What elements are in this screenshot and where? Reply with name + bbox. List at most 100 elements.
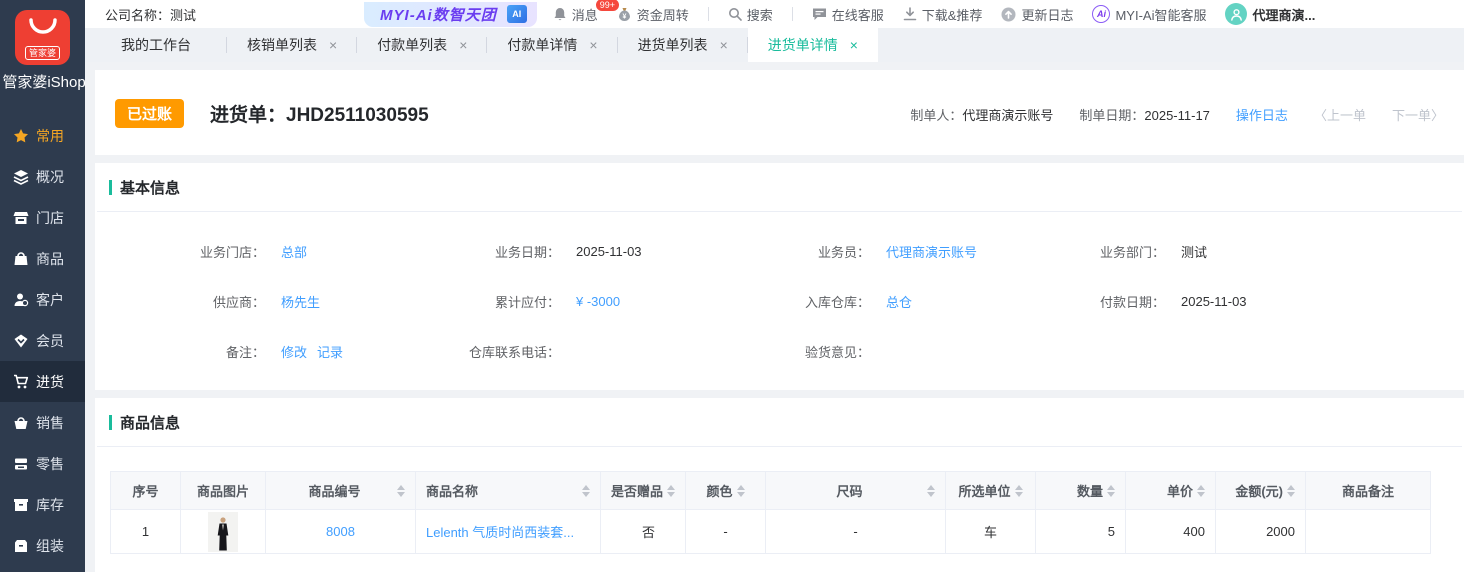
operation-log-link[interactable]: 操作日志 — [1236, 105, 1288, 124]
close-icon[interactable]: × — [459, 37, 467, 53]
col-code[interactable]: 商品编号 — [266, 472, 416, 510]
sort-icon[interactable] — [737, 485, 745, 497]
goods-icon — [13, 251, 29, 267]
tab-payment-list[interactable]: 付款单列表 × — [357, 28, 487, 62]
close-icon[interactable]: × — [720, 37, 728, 53]
sort-icon[interactable] — [667, 485, 675, 497]
sort-icon[interactable] — [927, 485, 935, 497]
col-color[interactable]: 颜色 — [686, 472, 766, 510]
close-icon[interactable]: × — [329, 37, 337, 53]
sidebar-item-shangpin[interactable]: 商品 — [0, 238, 85, 279]
tab-purchase-detail[interactable]: 进货单详情 × — [748, 28, 878, 62]
col-gift[interactable]: 是否赠品 — [601, 472, 686, 510]
tab-my-workbench[interactable]: 我的工作台 — [85, 28, 227, 62]
col-amount[interactable]: 金额(元) — [1216, 472, 1306, 510]
prev-order-button[interactable]: 〈上一单 — [1314, 105, 1366, 124]
download-label: 下载&推荐 — [922, 5, 983, 24]
app-logo[interactable]: 管家婆 — [15, 10, 70, 65]
basket-icon — [13, 415, 29, 431]
sidebar-item-label: 门店 — [36, 208, 64, 228]
sidebar-item-huiyuan[interactable]: 会员 — [0, 320, 85, 361]
user-account-button[interactable]: 代理商演... — [1225, 3, 1315, 25]
search-label: 搜索 — [747, 5, 773, 24]
col-size[interactable]: 尺码 — [766, 472, 946, 510]
download-button[interactable]: 下载&推荐 — [903, 5, 983, 24]
online-service-label: 在线客服 — [832, 5, 884, 24]
cashflow-button[interactable]: ¥ 资金周转 — [617, 5, 689, 24]
field-supplier: 供应商： 杨先生 — [95, 276, 390, 326]
sidebar-item-mendian[interactable]: 门店 — [0, 197, 85, 238]
col-remark: 商品备注 — [1306, 472, 1431, 510]
basic-info-header: 基本信息 — [95, 163, 1464, 198]
sidebar-item-lingshou[interactable]: 零售 — [0, 443, 85, 484]
basic-info-title: 基本信息 — [120, 177, 180, 198]
salesperson-link[interactable]: 代理商演示账号 — [886, 242, 977, 261]
sort-icon[interactable] — [1015, 485, 1023, 497]
cart-icon — [13, 374, 29, 390]
col-label: 商品备注 — [1342, 481, 1394, 500]
warehouse-link[interactable]: 总仓 — [886, 292, 912, 311]
product-code-link[interactable]: 8008 — [326, 524, 355, 539]
tab-writeoff-list[interactable]: 核销单列表 × — [227, 28, 357, 62]
update-arrow-icon — [1001, 7, 1016, 22]
changelog-label: 更新日志 — [1021, 5, 1073, 24]
basic-info-card: 基本信息 业务门店： 总部 业务日期： 2025-11-03 业务员： 代理商演… — [95, 163, 1464, 390]
sort-icon[interactable] — [1197, 485, 1205, 497]
sidebar-item-jinhuo[interactable]: 进货 — [0, 361, 85, 402]
field-business-store: 业务门店： 总部 — [95, 226, 390, 276]
col-price[interactable]: 单价 — [1126, 472, 1216, 510]
total-payable-link[interactable]: ¥ -3000 — [576, 294, 620, 309]
search-button[interactable]: 搜索 — [728, 5, 773, 24]
field-payment-date: 付款日期： 2025-11-03 — [995, 276, 1464, 326]
col-image: 商品图片 — [181, 472, 266, 510]
close-icon[interactable]: × — [850, 37, 858, 53]
tab-purchase-list[interactable]: 进货单列表 × — [618, 28, 748, 62]
sidebar-item-label: 进货 — [36, 372, 64, 392]
chevron-left-icon: 〈 — [1314, 108, 1327, 123]
sidebar-item-kucun[interactable]: 库存 — [0, 484, 85, 525]
cell-image[interactable] — [181, 510, 266, 554]
cashflow-label: 资金周转 — [637, 5, 689, 24]
remark-edit-link[interactable]: 修改 — [281, 342, 307, 361]
create-date-label: 制单日期： — [1079, 108, 1144, 123]
member-icon — [13, 333, 29, 349]
field-inspection-opinion: 验货意见： — [700, 326, 995, 376]
changelog-button[interactable]: 更新日志 — [1001, 5, 1073, 24]
product-name-link[interactable]: Lelenth 气质时尚西装套... — [426, 525, 574, 540]
cell-size: - — [766, 510, 946, 554]
sort-icon[interactable] — [1287, 485, 1295, 497]
sidebar-item-zuzhuang[interactable]: 组装 — [0, 525, 85, 566]
money-bag-icon: ¥ — [617, 7, 632, 22]
product-image[interactable] — [208, 512, 238, 552]
col-qty[interactable]: 数量 — [1036, 472, 1126, 510]
goods-table-row: 1 8008 Lelenth 气质时尚西装套... — [111, 510, 1431, 554]
ai-service-button[interactable]: Ai MYI-Ai智能客服 — [1092, 5, 1206, 24]
sidebar-item-changyong[interactable]: 常用 — [0, 115, 85, 156]
messages-button[interactable]: 消息 99+ — [553, 5, 598, 24]
sidebar-item-xiaoshou[interactable]: 销售 — [0, 402, 85, 443]
sidebar-item-kehu[interactable]: 客户 — [0, 279, 85, 320]
col-name[interactable]: 商品名称 — [416, 472, 601, 510]
promo-banner[interactable]: MYI-Ai数智天团 AI — [364, 2, 537, 27]
cell-name[interactable]: Lelenth 气质时尚西装套... — [416, 510, 601, 554]
online-service-button[interactable]: 在线客服 — [812, 5, 884, 24]
create-date-value: 2025-11-17 — [1144, 108, 1210, 123]
remark-record-link[interactable]: 记录 — [317, 342, 343, 361]
supplier-link[interactable]: 杨先生 — [281, 292, 320, 311]
tab-payment-detail[interactable]: 付款单详情 × — [487, 28, 617, 62]
order-header-card: 已过账 进货单：JHD2511030595 制单人：代理商演示账号 制单日期：2… — [95, 70, 1464, 155]
field-salesperson: 业务员： 代理商演示账号 — [700, 226, 995, 276]
sort-icon[interactable] — [1107, 485, 1115, 497]
next-order-button[interactable]: 下一单〉 — [1392, 105, 1444, 124]
sidebar-item-label: 库存 — [36, 495, 64, 515]
cell-code[interactable]: 8008 — [266, 510, 416, 554]
sidebar-item-gaikuang[interactable]: 概况 — [0, 156, 85, 197]
col-unit[interactable]: 所选单位 — [946, 472, 1036, 510]
sidebar-menu: 常用 概况 门店 商品 客户 会员 — [0, 115, 85, 566]
field-warehouse: 入库仓库： 总仓 — [700, 276, 995, 326]
business-store-link[interactable]: 总部 — [281, 242, 307, 261]
close-icon[interactable]: × — [589, 37, 597, 53]
topbar: 公司名称：测试 MYI-Ai数智天团 AI 消息 99+ ¥ 资金周转 搜索 — [85, 0, 1464, 28]
sort-icon[interactable] — [582, 485, 590, 497]
sort-icon[interactable] — [397, 485, 405, 497]
